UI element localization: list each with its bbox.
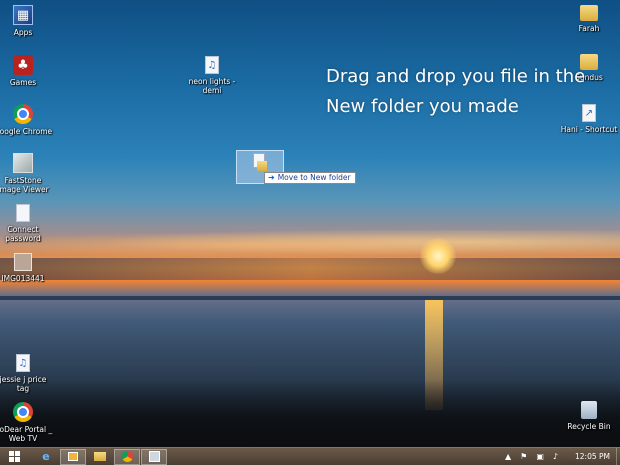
image-file-icon bbox=[14, 253, 32, 271]
chrome-icon bbox=[121, 451, 133, 462]
desktop-icon-label: Farah bbox=[578, 24, 600, 33]
show-hidden-icons-icon[interactable]: ▲ bbox=[505, 452, 511, 461]
music-file-icon: ♫ bbox=[205, 56, 219, 74]
wallpaper-clouds-dark bbox=[0, 258, 620, 280]
instruction-text: Drag and drop you file in the New folder… bbox=[326, 66, 586, 117]
media-player-icon bbox=[68, 452, 78, 461]
desktop-icon-img013441[interactable]: IMG013441 bbox=[0, 253, 53, 283]
faststone-icon bbox=[148, 451, 160, 462]
desktop-icon-label: IMG013441 bbox=[1, 274, 45, 283]
file-explorer-icon bbox=[94, 452, 106, 461]
desktop-icon-label: Apps bbox=[13, 28, 33, 37]
desktop-icon-games[interactable]: ♣ Games bbox=[0, 55, 53, 87]
taskbar-chrome[interactable] bbox=[114, 448, 140, 465]
desktop-icon-label: neon lights -demi bbox=[188, 77, 236, 95]
desktop-icon-farah[interactable]: Farah bbox=[559, 5, 619, 33]
desktop-icon-label: Recycle Bin bbox=[567, 422, 611, 431]
desktop-icon-dodear-portal[interactable]: DoDear Portal _ Web TV bbox=[0, 402, 53, 443]
desktop-icon-connect-password[interactable]: Connect password bbox=[0, 204, 53, 243]
desktop-icon-label: jessie j price tag bbox=[0, 375, 47, 393]
taskbar-media-player[interactable] bbox=[60, 448, 86, 465]
music-file-icon: ♫ bbox=[16, 354, 30, 372]
start-button[interactable] bbox=[1, 449, 27, 465]
show-desktop-button[interactable] bbox=[616, 447, 620, 465]
desktop-icon-neon-lights[interactable]: ♫ neon lights -demi bbox=[182, 56, 242, 95]
desktop-icon-google-chrome[interactable]: Google Chrome bbox=[0, 104, 53, 136]
taskbar-internet-explorer[interactable]: e bbox=[33, 449, 59, 465]
desktop-icon-label: DoDear Portal _ Web TV bbox=[0, 425, 53, 443]
desktop-icon-apps[interactable]: ▦ Apps bbox=[0, 5, 53, 37]
desktop-icon-label: Connect password bbox=[5, 225, 41, 243]
taskbar-file-explorer[interactable] bbox=[87, 449, 113, 465]
chrome-icon bbox=[13, 104, 33, 124]
windows-logo-icon bbox=[8, 451, 20, 462]
target-folder-icon bbox=[257, 161, 267, 171]
desktop-icon-recycle-bin[interactable]: Recycle Bin bbox=[559, 401, 619, 431]
desktop-icon-label: FastStone Image Viewer bbox=[0, 176, 49, 194]
desktop-icon-jessie-j[interactable]: ♫ jessie j price tag bbox=[0, 354, 53, 393]
volume-icon[interactable]: ♪ bbox=[553, 452, 558, 461]
apps-icon: ▦ bbox=[13, 5, 33, 25]
move-arrow-icon: ➜ bbox=[268, 173, 275, 182]
folder-icon bbox=[580, 5, 598, 21]
internet-explorer-icon: e bbox=[42, 450, 50, 463]
clock[interactable]: 12:05 PM bbox=[575, 452, 610, 461]
drag-tooltip-text: Move to New folder bbox=[277, 173, 351, 182]
chrome-icon bbox=[13, 402, 33, 422]
recycle-bin-icon bbox=[581, 401, 597, 419]
taskbar: e ▲ ⚑ ▣ ♪ 12:05 PM bbox=[0, 447, 620, 465]
wallpaper-horizon bbox=[0, 296, 620, 300]
drag-tooltip: ➜ Move to New folder bbox=[264, 172, 356, 184]
desktop-icon-faststone[interactable]: FastStone Image Viewer bbox=[0, 153, 53, 194]
wallpaper-grass bbox=[0, 380, 620, 447]
desktop-icon-label: Hani - Shortcut bbox=[560, 125, 618, 134]
taskbar-faststone[interactable] bbox=[141, 448, 167, 465]
wallpaper-sun bbox=[420, 238, 456, 274]
faststone-icon bbox=[13, 153, 33, 173]
flag-icon[interactable]: ⚑ bbox=[520, 452, 527, 461]
system-tray: ▲ ⚑ ▣ ♪ 12:05 PM bbox=[505, 452, 616, 461]
desktop-icon-label: Games bbox=[9, 78, 37, 87]
desktop[interactable]: ▦ Apps ♣ Games Google Chrome FastStone I… bbox=[0, 0, 620, 447]
games-icon: ♣ bbox=[13, 55, 33, 75]
network-icon[interactable]: ▣ bbox=[536, 452, 544, 461]
wallpaper-clouds bbox=[0, 230, 620, 260]
desktop-icon-label: Google Chrome bbox=[0, 127, 53, 136]
document-icon bbox=[16, 204, 30, 222]
